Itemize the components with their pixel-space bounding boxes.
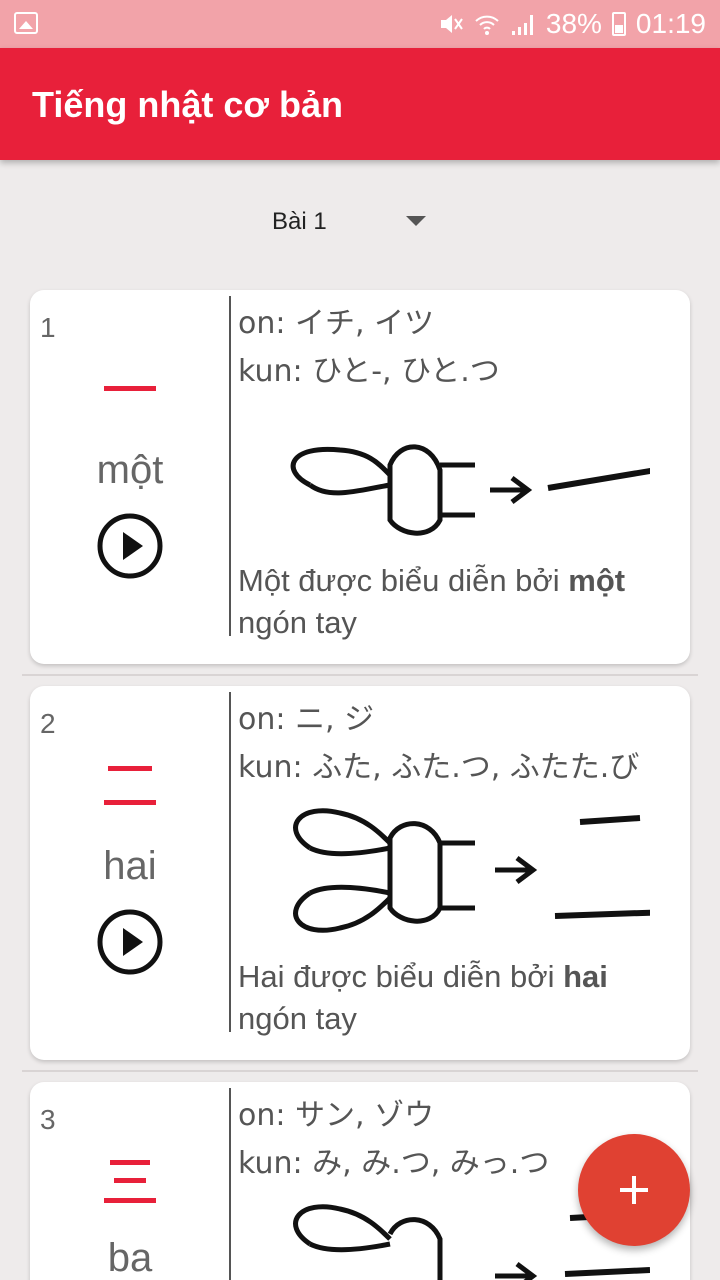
app-bar: Tiếng nhật cơ bản (0, 48, 720, 160)
clock: 01:19 (635, 8, 706, 39)
hand-illustration (290, 444, 650, 536)
play-circle-icon[interactable] (96, 512, 164, 580)
dropdown-arrow-icon (406, 216, 426, 226)
kanji-meaning: hai (103, 844, 157, 888)
kanji-description: Hai được biểu diễn bởi hai ngón tay (238, 959, 608, 1036)
kanji-meaning: một (96, 448, 164, 492)
kun-reading: kun: ひと-, ひと.つ (238, 354, 500, 389)
battery-percent: 38% (545, 8, 602, 39)
battery-icon (611, 12, 626, 36)
card-divider (229, 1088, 231, 1280)
hand-illustration (293, 808, 650, 933)
card-number: 2 (40, 708, 56, 739)
gallery-icon (14, 12, 38, 34)
kun-reading: kun: み, み.つ, みっ.つ (238, 1146, 550, 1181)
card-divider (229, 296, 231, 636)
card-number: 1 (40, 312, 56, 343)
kanji-card[interactable]: 2 hai on: ニ, ジ kun: ふた, ふた.つ, ふたた.び Hai … (30, 686, 690, 1060)
add-fab-button[interactable] (578, 1134, 690, 1246)
mute-icon (440, 15, 463, 33)
kanji-description: Một được biểu diễn bởi một ngón tay (238, 563, 626, 640)
list-divider (22, 674, 698, 676)
app-title: Tiếng nhật cơ bản (32, 84, 343, 125)
signal-icon (511, 15, 533, 35)
on-reading: on: サン, ゾウ (238, 1098, 435, 1133)
kanji-character (70, 746, 190, 826)
on-reading: on: イチ, イツ (238, 306, 435, 341)
card-number: 3 (40, 1104, 56, 1135)
on-reading: on: ニ, ジ (238, 702, 375, 737)
status-bar: 38% 01:19 (0, 0, 720, 48)
status-icons: 38% 01:19 (438, 0, 706, 48)
card-divider (229, 692, 231, 1032)
play-circle-icon[interactable] (96, 908, 164, 976)
lesson-dropdown[interactable]: Bài 1 (272, 198, 432, 246)
list-divider (22, 1070, 698, 1072)
kanji-meaning: ba (107, 1236, 153, 1280)
lesson-selected: Bài 1 (272, 208, 327, 235)
wifi-icon (475, 15, 499, 35)
kanji-card[interactable]: 1 một on: イチ, イツ kun: ひと-, ひと.つ Một được… (30, 290, 690, 664)
kanji-character (70, 1148, 190, 1208)
kanji-character (70, 348, 190, 428)
kun-reading: kun: ふた, ふた.つ, ふたた.び (238, 750, 640, 785)
